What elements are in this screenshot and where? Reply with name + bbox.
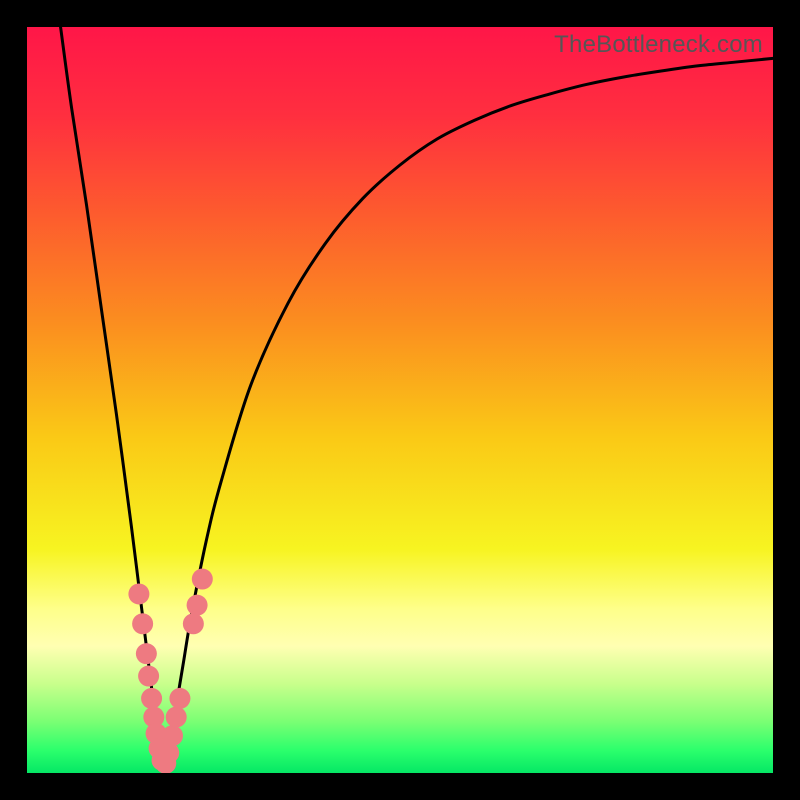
gradient-background [27, 27, 773, 773]
data-marker [141, 688, 162, 709]
data-marker [132, 613, 153, 634]
data-marker [166, 707, 187, 728]
data-marker [162, 725, 183, 746]
chart-frame: TheBottleneck.com [0, 0, 800, 800]
plot-area: TheBottleneck.com [27, 27, 773, 773]
data-marker [183, 613, 204, 634]
data-marker [192, 569, 213, 590]
chart-svg [27, 27, 773, 773]
data-marker [136, 643, 157, 664]
data-marker [128, 583, 149, 604]
watermark-text: TheBottleneck.com [554, 31, 763, 59]
data-marker [169, 688, 190, 709]
data-marker [138, 666, 159, 687]
data-marker [187, 595, 208, 616]
